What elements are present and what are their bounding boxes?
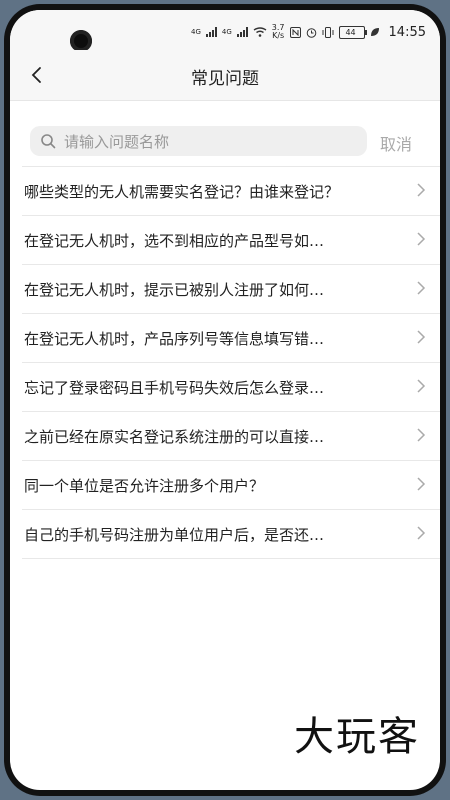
chevron-right-icon — [417, 428, 426, 442]
alarm-icon — [306, 27, 316, 38]
faq-list: 哪些类型的无人机需要实名登记？由谁来登记？ 在登记无人机时，选不到相应的产品型号… — [22, 166, 440, 559]
net-label-2: 4G — [221, 27, 232, 36]
faq-item[interactable]: 忘记了登录密码且手机号码失效后怎么登录… — [22, 362, 440, 411]
net-label-1: 4G — [191, 27, 201, 36]
phone-frame: 4G 4G 3.7 K/s 44 14:55 常见问题 请输入问题名称 取消 哪… — [4, 4, 446, 796]
screen: 4G 4G 3.7 K/s 44 14:55 常见问题 请输入问题名称 取消 哪… — [10, 10, 440, 790]
cancel-button[interactable]: 取消 — [380, 131, 412, 155]
search-icon — [41, 134, 56, 149]
faq-item[interactable]: 之前已经在原实名登记系统注册的可以直接… — [22, 411, 440, 460]
signal-icon-2 — [236, 27, 248, 37]
faq-item-text: 同一个单位是否允许注册多个用户？ — [24, 477, 265, 495]
faq-item-text: 在登记无人机时，产品序列号等信息填写错… — [24, 330, 325, 348]
faq-item[interactable]: 哪些类型的无人机需要实名登记？由谁来登记？ — [22, 166, 440, 215]
network-speed: 3.7 K/s — [272, 24, 285, 40]
chevron-right-icon — [417, 526, 426, 540]
chevron-right-icon — [417, 379, 426, 393]
chevron-right-icon — [417, 330, 426, 344]
chevron-right-icon — [417, 477, 426, 491]
faq-item-text: 在登记无人机时，选不到相应的产品型号如… — [24, 232, 325, 250]
watermark-logo: 大玩客 — [294, 714, 420, 760]
battery-icon: 44 — [338, 25, 367, 39]
faq-item-text: 自己的手机号码注册为单位用户后，是否还… — [24, 526, 325, 544]
faq-item[interactable]: 在登记无人机时，提示已被别人注册了如何… — [22, 264, 440, 313]
faq-item[interactable]: 同一个单位是否允许注册多个用户？ — [22, 460, 440, 509]
faq-item-text: 忘记了登录密码且手机号码失效后怎么登录… — [24, 379, 325, 397]
faq-item[interactable]: 自己的手机号码注册为单位用户后，是否还… — [22, 509, 440, 559]
status-icons: 4G 4G 3.7 K/s 44 14:55 — [191, 24, 426, 40]
signal-icon — [205, 27, 217, 37]
wifi-icon — [253, 27, 267, 37]
chevron-right-icon — [417, 281, 426, 295]
faq-item-text: 哪些类型的无人机需要实名登记？由谁来登记？ — [24, 183, 340, 201]
search-input[interactable] — [62, 126, 356, 158]
status-bar: 4G 4G 3.7 K/s 44 14:55 — [10, 10, 440, 52]
nfc-icon — [289, 26, 301, 38]
page-title: 常见问题 — [191, 69, 259, 89]
faq-item[interactable]: 在登记无人机时，产品序列号等信息填写错… — [22, 313, 440, 362]
faq-item-text: 之前已经在原实名登记系统注册的可以直接… — [24, 428, 325, 446]
leaf-icon — [370, 28, 379, 36]
chevron-right-icon — [417, 183, 426, 197]
front-camera — [70, 30, 92, 52]
chevron-right-icon — [417, 232, 426, 246]
clock: 14:55 — [388, 24, 426, 40]
faq-item[interactable]: 在登记无人机时，选不到相应的产品型号如… — [22, 215, 440, 264]
faq-item-text: 在登记无人机时，提示已被别人注册了如何… — [24, 281, 325, 299]
nav-bar: 常见问题 — [10, 50, 440, 101]
vibrate-icon — [322, 26, 334, 38]
search-box[interactable] — [30, 126, 367, 158]
search-row: 取消 — [10, 126, 440, 158]
network-speed-unit: K/s — [272, 31, 285, 40]
